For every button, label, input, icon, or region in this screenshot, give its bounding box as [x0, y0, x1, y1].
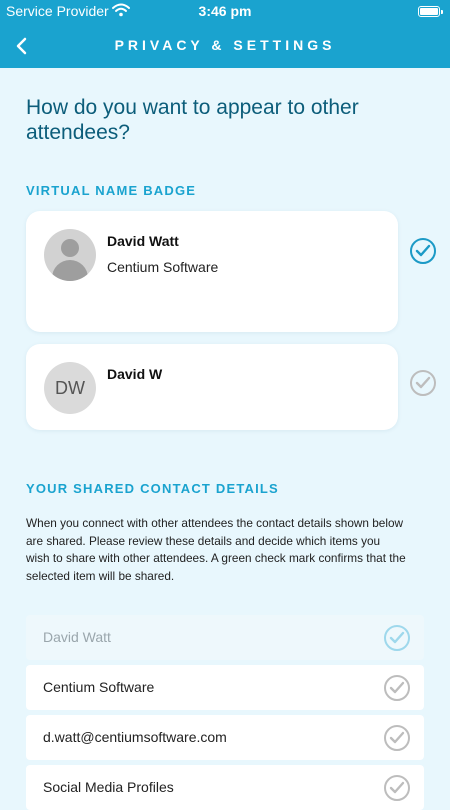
- check-selected-icon[interactable]: [410, 238, 436, 264]
- section-heading: How do you want to appear to other atten…: [26, 96, 359, 144]
- avatar: [44, 229, 96, 281]
- check-unselected-icon[interactable]: [384, 775, 410, 801]
- badge-name: David W: [107, 366, 163, 382]
- check-unselected-icon[interactable]: [384, 675, 410, 701]
- contact-item-label: David Watt: [43, 629, 111, 645]
- navigation-bar: PRIVACY & SETTINGS: [0, 24, 450, 68]
- contact-item-name: David Watt: [26, 615, 424, 660]
- clock: 3:46 pm: [198, 3, 252, 19]
- initials-avatar: DW: [44, 362, 96, 414]
- page-title: PRIVACY & SETTINGS: [114, 37, 336, 53]
- check-unselected-icon[interactable]: [410, 370, 436, 396]
- badge-option-short-name[interactable]: DW David W: [26, 344, 398, 430]
- badge-name: David Watt: [107, 233, 179, 249]
- contact-item-label: d.watt@centiumsoftware.com: [43, 729, 227, 745]
- battery-icon: [418, 6, 443, 17]
- contact-item-company[interactable]: Centium Software: [26, 665, 424, 710]
- status-bar: Service Provider 3:46 pm: [0, 0, 450, 24]
- badge-option-full-name[interactable]: David Watt Centium Software: [26, 211, 398, 332]
- badge-company: Centium Software: [107, 259, 219, 275]
- contact-item-social-profiles[interactable]: Social Media Profiles: [26, 765, 424, 810]
- contact-details-description: When you connect with other attendees th…: [26, 516, 406, 583]
- virtual-name-badge-label: VIRTUAL NAME BADGE: [26, 183, 197, 198]
- shared-contact-details-label: YOUR SHARED CONTACT DETAILS: [26, 481, 279, 496]
- contact-item-label: Centium Software: [43, 679, 155, 695]
- check-unselected-icon[interactable]: [384, 725, 410, 751]
- contact-item-label: Social Media Profiles: [43, 779, 174, 795]
- contact-item-email[interactable]: d.watt@centiumsoftware.com: [26, 715, 424, 760]
- check-locked-icon: [384, 625, 410, 651]
